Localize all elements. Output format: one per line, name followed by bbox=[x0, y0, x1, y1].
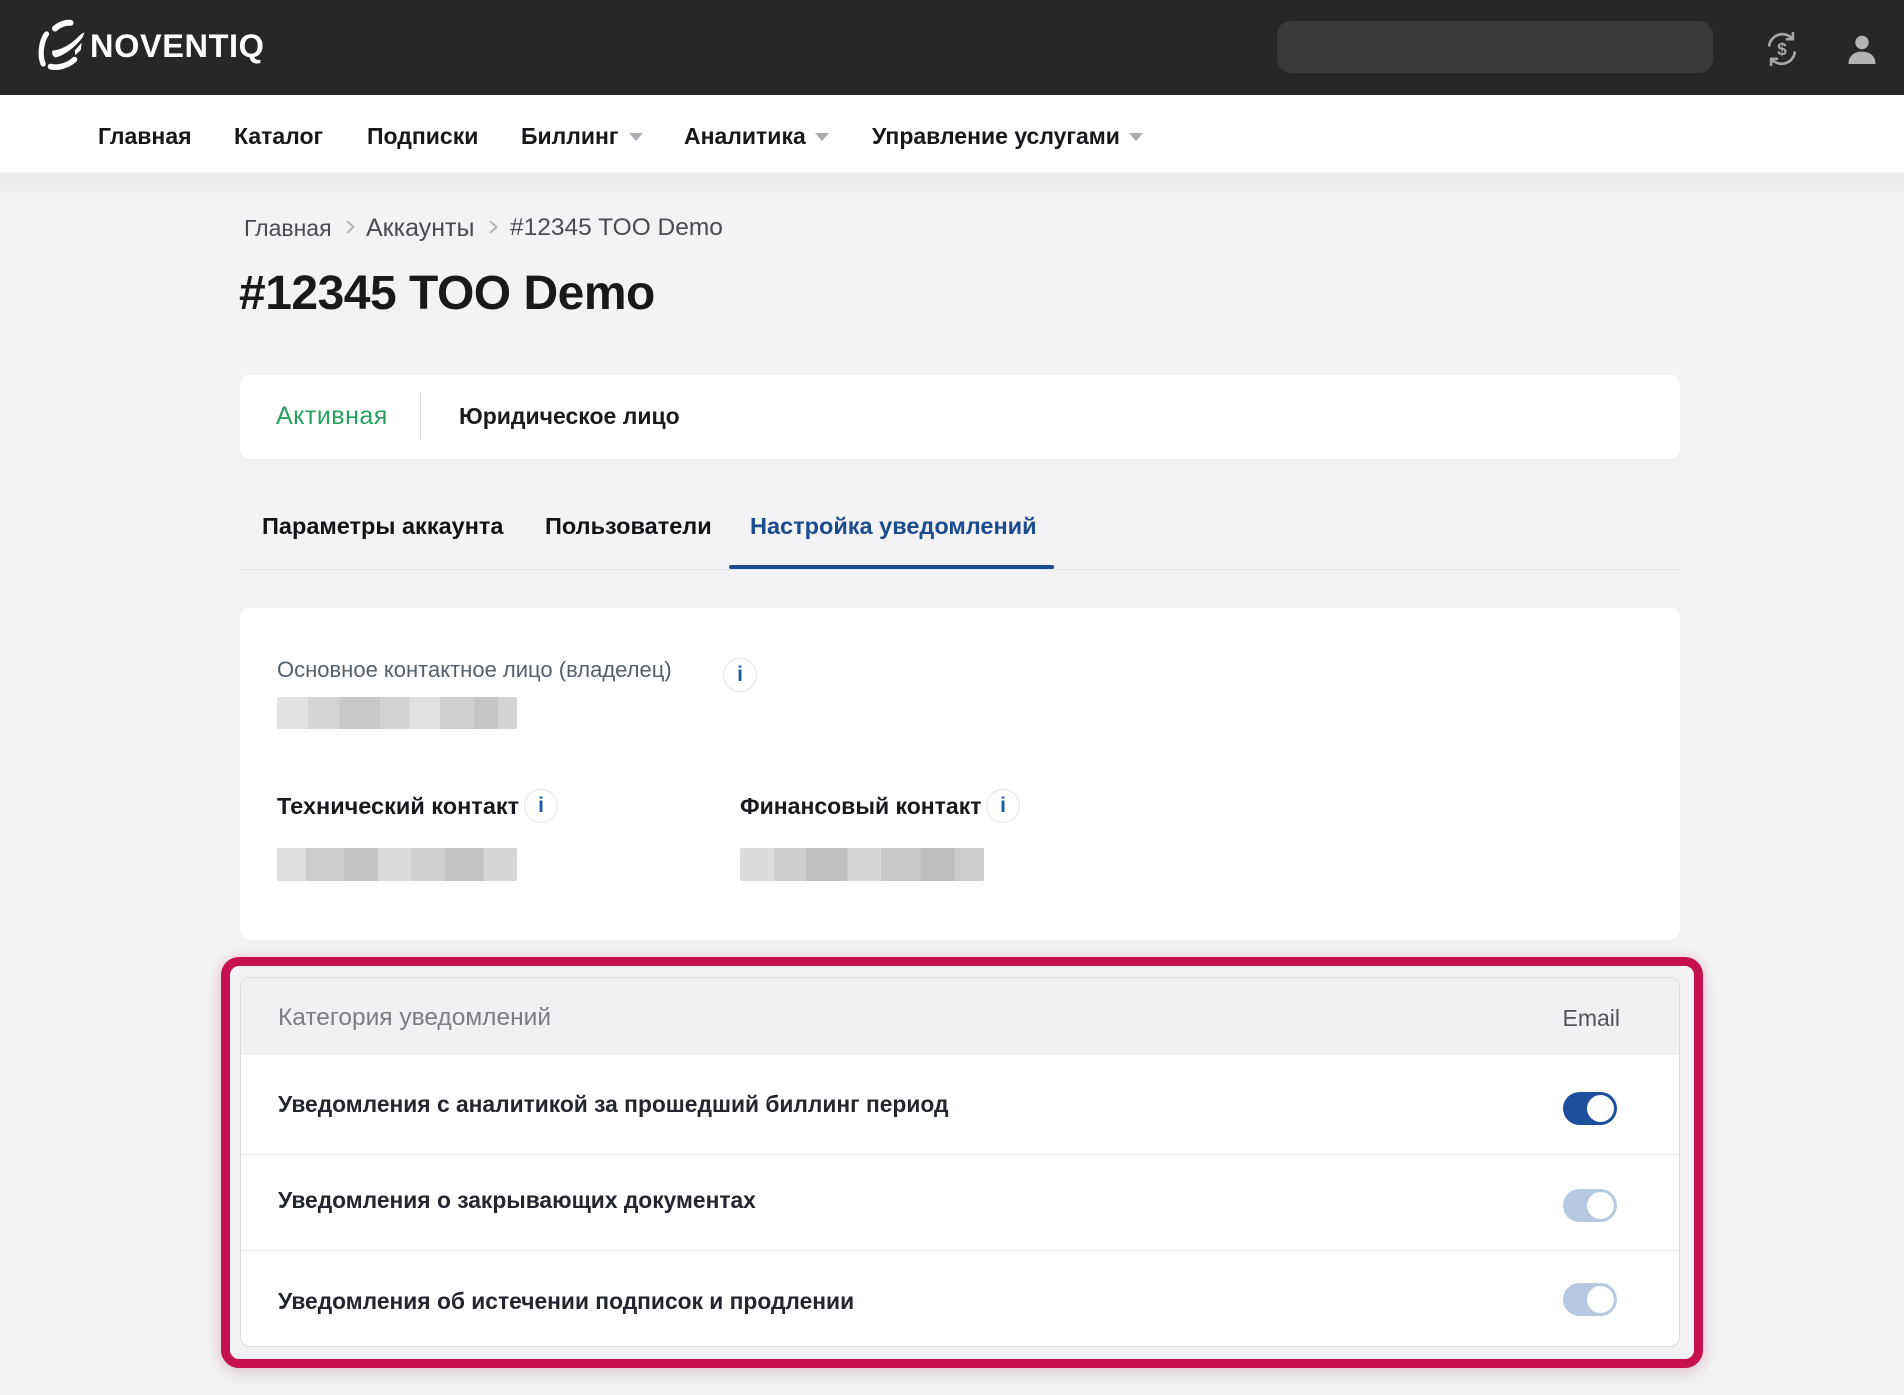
svg-text:NOVENTIQ: NOVENTIQ bbox=[90, 28, 265, 64]
svg-text:$: $ bbox=[1777, 39, 1787, 59]
